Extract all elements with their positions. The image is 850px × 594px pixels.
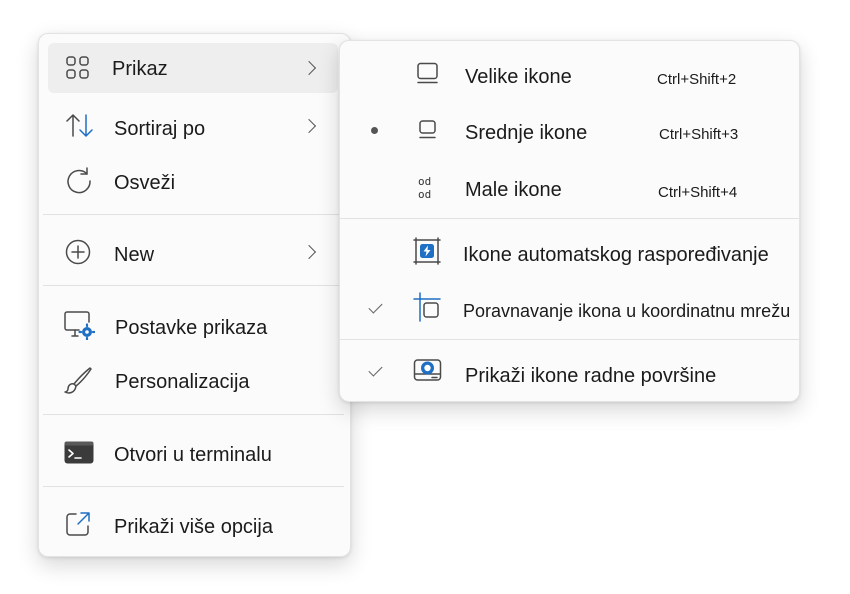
open-external-icon — [66, 512, 90, 536]
menu-item-label: Osveži — [114, 172, 176, 194]
menu-item-label: Otvori u terminalu — [114, 444, 272, 466]
menu-item-postavke-prikaza[interactable]: Postavke prikaza — [48, 302, 338, 352]
view-submenu: Velike ikone Ctrl+Shift+2 Srednje ikone … — [339, 40, 800, 402]
menu-item-label: Sortiraj po — [114, 118, 206, 140]
checkmark-icon — [368, 299, 383, 314]
menu-item-label: Prikaži više opcija — [114, 516, 273, 538]
menu-separator — [43, 214, 344, 215]
auto-arrange-icon — [413, 237, 441, 265]
menu-separator — [43, 414, 344, 415]
context-menu: Prikaz Sortiraj po Osveži New Postavke p… — [38, 33, 351, 557]
menu-separator — [340, 339, 799, 340]
add-circle-icon — [65, 239, 91, 265]
paintbrush-icon — [64, 367, 92, 394]
keyboard-shortcut: Ctrl+Shift+3 — [659, 126, 739, 143]
menu-item-label: Postavke prikaza — [115, 317, 268, 339]
show-desktop-icons-icon — [413, 359, 442, 381]
menu-item-label: Prikaz — [112, 58, 168, 80]
menu-separator — [340, 218, 799, 219]
submenu-item-label: Male ikone — [465, 179, 562, 201]
terminal-icon — [64, 441, 94, 464]
menu-item-label: Personalizacija — [115, 371, 250, 393]
menu-item-prikazi-vise-opcija[interactable]: Prikaži više opcija — [48, 502, 338, 552]
submenu-item-label: Srednje ikone — [465, 122, 588, 144]
refresh-icon — [67, 167, 91, 194]
keyboard-shortcut: Ctrl+Shift+4 — [658, 184, 738, 201]
chevron-right-icon — [301, 118, 317, 134]
submenu-item-velike-ikone[interactable]: Velike ikone Ctrl+Shift+2 — [346, 49, 793, 101]
large-icons-icon — [417, 62, 438, 84]
submenu-item-label: Velike ikone — [465, 66, 572, 88]
grid-icon — [66, 56, 89, 79]
menu-item-otvori-u-terminalu[interactable]: Otvori u terminalu — [48, 430, 338, 480]
submenu-item-male-ikone[interactable]: od od Male ikone Ctrl+Shift+4 — [346, 163, 793, 215]
submenu-item-srednje-ikone[interactable]: Srednje ikone Ctrl+Shift+3 — [346, 106, 793, 158]
small-icons-glyph-bottom: od — [418, 188, 432, 201]
display-settings-icon — [64, 311, 95, 340]
medium-icons-icon — [419, 120, 436, 139]
menu-separator — [43, 486, 344, 487]
menu-separator — [43, 285, 344, 286]
submenu-item-auto-arrange[interactable]: Ikone automatskog raspoređivanje — [346, 227, 793, 279]
submenu-item-show-desktop-icons[interactable]: Prikaži ikone radne površine — [346, 347, 793, 399]
keyboard-shortcut: Ctrl+Shift+2 — [657, 71, 737, 88]
small-icons-glyph-top: od — [418, 175, 432, 188]
selected-bullet-icon — [371, 127, 378, 134]
align-grid-icon — [413, 292, 441, 322]
menu-item-label: New — [114, 244, 155, 266]
menu-item-new[interactable]: New — [48, 228, 338, 278]
submenu-item-label: Ikone automatskog raspoređivanje — [463, 244, 769, 266]
chevron-right-icon — [301, 60, 317, 76]
submenu-item-label: Poravnavanje ikona u koordinatnu mrežu — [463, 301, 791, 321]
menu-item-personalizacija[interactable]: Personalizacija — [48, 356, 338, 406]
sort-arrows-icon — [66, 114, 93, 137]
submenu-item-align-grid[interactable]: Poravnavanje ikona u koordinatnu mrežu — [346, 285, 793, 337]
menu-item-prikaz[interactable]: Prikaz — [48, 43, 338, 93]
chevron-right-icon — [301, 244, 317, 260]
menu-item-osvezi[interactable]: Osveži — [48, 158, 338, 208]
menu-item-sortiraj-po[interactable]: Sortiraj po — [48, 102, 338, 152]
submenu-item-label: Prikaži ikone radne površine — [465, 365, 717, 387]
small-icons-icon: od od — [418, 175, 442, 201]
checkmark-icon — [368, 362, 383, 377]
